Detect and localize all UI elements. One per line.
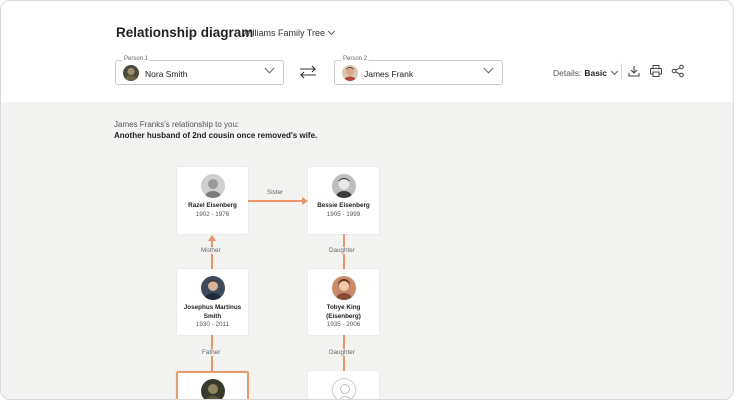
header: Relationship diagram · Williams Family T…	[1, 1, 733, 102]
relation-label-mother: Mother	[199, 247, 223, 254]
person-photo	[201, 276, 225, 300]
person-name: Josephus Martinus Smith	[183, 304, 242, 320]
page-title: Relationship diagram	[116, 25, 254, 40]
person-photo	[332, 276, 356, 300]
app-window: Relationship diagram · Williams Family T…	[0, 0, 734, 400]
share-icon[interactable]	[671, 64, 685, 78]
diagram-canvas[interactable]	[1, 102, 733, 399]
person-dates: 1935 - 2006	[326, 321, 361, 328]
person2-select[interactable]: Person 2 James Frank	[334, 56, 503, 85]
person-card-unknown[interactable]	[308, 371, 379, 399]
details-dropdown[interactable]: Details: Basic	[553, 67, 619, 78]
person-name: Tobye King (Eisenberg)	[326, 304, 361, 320]
person-placeholder-icon	[332, 378, 356, 399]
details-value: Basic	[584, 68, 608, 78]
person2-label: Person 2	[341, 56, 370, 62]
download-icon[interactable]	[627, 64, 641, 78]
arrow-up-icon	[208, 235, 216, 241]
person-card-selected[interactable]	[176, 371, 249, 399]
chevron-down-icon	[264, 63, 275, 74]
relationship-intro: James Franks's relationship to you:	[114, 120, 240, 129]
person-photo	[201, 379, 225, 399]
toolbar-divider	[621, 63, 622, 80]
tree-name: Williams Family Tree	[242, 28, 326, 38]
person-photo	[201, 174, 225, 198]
person-dates: 1905 - 1999	[326, 211, 361, 218]
relation-label-daughter-1: Daughter	[327, 247, 357, 254]
details-label: Details:	[553, 68, 582, 78]
person-card-razel[interactable]: Razel Eisenberg 1902 - 1976	[177, 167, 248, 234]
swap-arrows-icon[interactable]	[299, 65, 317, 79]
person-dates: 1930 - 2011	[195, 321, 230, 328]
relation-label-sister: Sister	[265, 189, 286, 196]
person1-select[interactable]: Person 1 Nora Smith	[115, 56, 284, 85]
chevron-down-icon	[483, 63, 494, 74]
relationship-description: Another husband of 2nd cousin once remov…	[114, 131, 318, 140]
person-card-bessie[interactable]: Bessie Eisenberg 1905 - 1999	[308, 167, 379, 234]
person-card-josephus[interactable]: Josephus Martinus Smith 1930 - 2011	[177, 269, 248, 335]
person1-avatar	[123, 65, 139, 81]
person-dates: 1902 - 1976	[195, 211, 230, 218]
person2-avatar	[342, 65, 358, 81]
person2-name: James Frank	[364, 69, 414, 79]
tree-selector[interactable]: Williams Family Tree	[242, 27, 336, 38]
person1-label: Person 1	[122, 56, 151, 62]
person-name: Bessie Eisenberg	[317, 202, 370, 209]
chevron-down-icon	[327, 27, 336, 36]
connector-mother	[211, 240, 213, 269]
person1-name: Nora Smith	[145, 69, 188, 79]
connector-sister	[248, 200, 304, 202]
chevron-down-icon	[610, 67, 619, 76]
title-separator: ·	[234, 27, 238, 39]
relation-label-father: Father	[200, 349, 223, 356]
person-name: Razel Eisenberg	[188, 202, 237, 209]
print-icon[interactable]	[649, 64, 663, 78]
relation-label-daughter-2: Daughter	[327, 349, 357, 356]
person-photo	[332, 174, 356, 198]
person-card-tobye[interactable]: Tobye King (Eisenberg) 1935 - 2006	[308, 269, 379, 335]
